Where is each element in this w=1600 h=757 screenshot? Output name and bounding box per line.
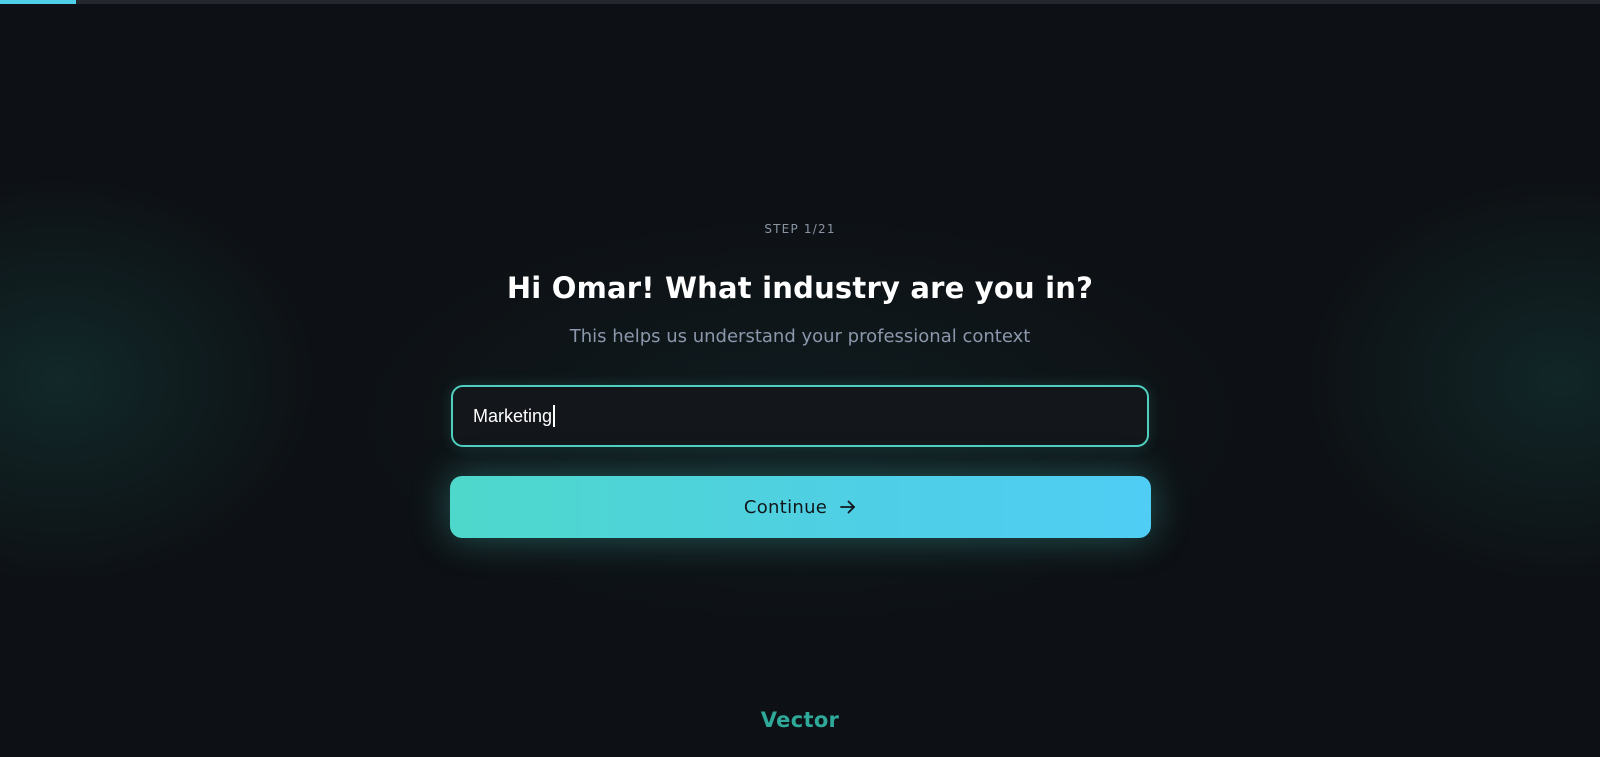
industry-input-value: Marketing xyxy=(473,405,553,426)
question-subtitle: This helps us understand your profession… xyxy=(569,326,1031,347)
vector-logo: Vector xyxy=(760,708,840,732)
question-title: Hi Omar! What industry are you in? xyxy=(506,271,1094,305)
industry-input[interactable]: Marketing xyxy=(451,385,1149,447)
continue-button[interactable]: Continue xyxy=(450,476,1151,538)
onboarding-step: STEP 1/21 Hi Omar! What industry are you… xyxy=(0,0,1600,757)
arrow-right-icon xyxy=(839,498,857,516)
continue-button-label: Continue xyxy=(743,496,828,518)
step-indicator: STEP 1/21 xyxy=(764,222,836,236)
text-caret xyxy=(553,405,555,427)
